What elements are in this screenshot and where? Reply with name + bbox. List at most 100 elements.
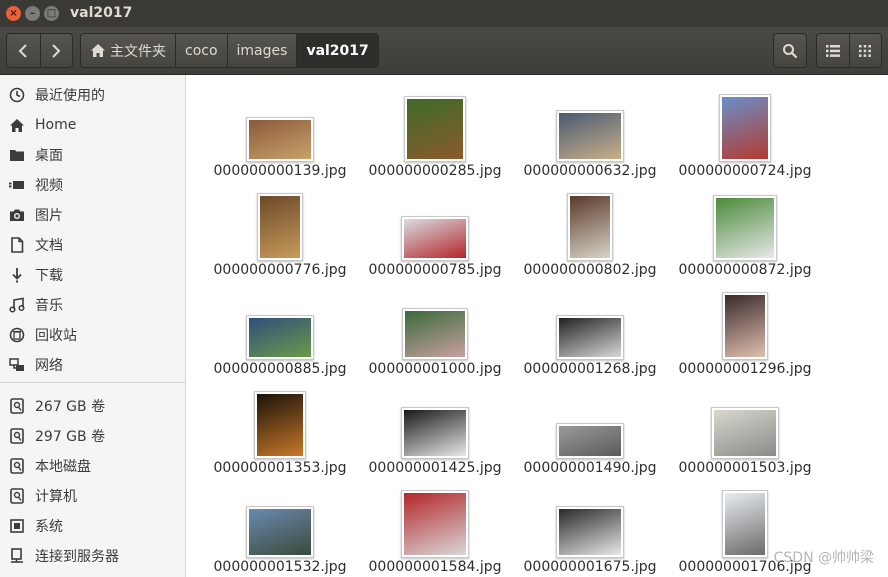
thumbnail-container — [205, 478, 355, 558]
file-item[interactable]: 000000000776.jpg — [205, 181, 355, 278]
thumbnail-container — [360, 82, 510, 162]
thumbnail-container — [670, 280, 820, 360]
file-item[interactable]: 000000001425.jpg — [360, 379, 510, 476]
sidebar-item-label: 267 GB 卷 — [35, 399, 106, 415]
maximize-window-button[interactable]: □ — [44, 6, 59, 21]
search-button[interactable] — [773, 33, 807, 68]
file-item[interactable]: 000000001584.jpg — [360, 478, 510, 575]
file-name: 000000000872.jpg — [678, 262, 812, 278]
sidebar-item-computer[interactable]: 计算机 — [0, 481, 185, 511]
sidebar-item-label: 视频 — [35, 178, 63, 194]
file-item[interactable]: 000000001675.jpg — [515, 478, 665, 575]
thumbnail-image — [714, 410, 776, 456]
thumbnail-container — [515, 82, 665, 162]
thumbnail-container — [515, 478, 665, 558]
image-thumbnail — [556, 110, 624, 162]
sidebar-item-label: 本地磁盘 — [35, 459, 91, 475]
image-thumbnail — [246, 117, 314, 162]
thumbnail-image — [249, 318, 311, 357]
file-item[interactable]: 000000001490.jpg — [515, 379, 665, 476]
server-icon — [8, 547, 26, 565]
thumbnail-container — [360, 379, 510, 459]
sidebar-item-trash[interactable]: 回收站 — [0, 320, 185, 350]
sidebar-item-volume-267[interactable]: 267 GB 卷 — [0, 391, 185, 421]
breadcrumb-coco[interactable]: coco — [176, 34, 228, 67]
image-thumbnail — [556, 315, 624, 360]
image-thumbnail — [404, 96, 466, 162]
sidebar-item-pictures[interactable]: 图片 — [0, 200, 185, 230]
list-view-button[interactable] — [817, 34, 849, 67]
sidebar-item-documents[interactable]: 文档 — [0, 230, 185, 260]
sidebar-item-volume-297[interactable]: 297 GB 卷 — [0, 421, 185, 451]
thumbnail-container — [360, 280, 510, 360]
file-item[interactable]: 000000000285.jpg — [360, 82, 510, 179]
window-title: val2017 — [70, 5, 133, 21]
thumbnail-image — [257, 394, 303, 456]
breadcrumb-home[interactable]: 主文件夹 — [81, 34, 176, 67]
thumbnail-image — [725, 295, 765, 357]
file-item[interactable]: 000000000139.jpg — [205, 82, 355, 179]
file-item[interactable]: 000000001503.jpg — [670, 379, 820, 476]
sidebar-item-connect-server[interactable]: 连接到服务器 — [0, 541, 185, 571]
forward-button[interactable] — [39, 34, 73, 67]
breadcrumb-home-label: 主文件夹 — [110, 43, 166, 60]
file-item[interactable]: 000000001296.jpg — [670, 280, 820, 377]
file-item[interactable]: 000000001000.jpg — [360, 280, 510, 377]
file-item[interactable]: 000000000632.jpg — [515, 82, 665, 179]
image-thumbnail — [246, 315, 314, 360]
camera-icon — [8, 206, 26, 224]
image-thumbnail — [401, 216, 469, 261]
sidebar-item-local-disk[interactable]: 本地磁盘 — [0, 451, 185, 481]
sidebar-item-label: 图片 — [35, 208, 63, 224]
grid-view-button[interactable] — [848, 34, 881, 67]
image-thumbnail — [719, 94, 771, 162]
drive-icon — [8, 427, 26, 445]
sidebar-separator — [0, 382, 185, 383]
file-item[interactable]: 000000000802.jpg — [515, 181, 665, 278]
file-item[interactable]: 000000000872.jpg — [670, 181, 820, 278]
minimize-window-button[interactable]: – — [25, 6, 40, 21]
file-name: 000000001584.jpg — [368, 559, 502, 575]
image-thumbnail — [401, 407, 469, 459]
image-thumbnail — [722, 292, 768, 360]
file-item[interactable]: 000000000785.jpg — [360, 181, 510, 278]
thumbnail-image — [722, 97, 768, 159]
file-item[interactable]: 000000000885.jpg — [205, 280, 355, 377]
sidebar-item-label: 系统 — [35, 519, 63, 535]
sidebar-item-network[interactable]: 网络 — [0, 350, 185, 380]
file-name: 000000001503.jpg — [678, 460, 812, 476]
file-item[interactable]: 000000001353.jpg — [205, 379, 355, 476]
thumbnail-image — [260, 196, 300, 258]
home-icon — [90, 43, 106, 58]
image-thumbnail — [711, 407, 779, 459]
list-view-icon — [825, 44, 840, 57]
thumbnail-image — [716, 198, 774, 258]
thumbnail-image — [407, 99, 463, 159]
back-button[interactable] — [7, 34, 40, 67]
file-name: 000000001425.jpg — [368, 460, 502, 476]
breadcrumb-val2017[interactable]: val2017 — [297, 34, 378, 67]
chevron-left-icon — [18, 43, 27, 58]
chevron-right-icon — [52, 43, 61, 58]
image-thumbnail — [722, 490, 768, 558]
sidebar-item-label: 连接到服务器 — [35, 549, 119, 565]
sidebar-item-music[interactable]: 音乐 — [0, 290, 185, 320]
sidebar-item-desktop[interactable]: 桌面 — [0, 140, 185, 170]
file-item[interactable]: 000000001532.jpg — [205, 478, 355, 575]
file-item[interactable]: 000000000724.jpg — [670, 82, 820, 179]
file-item[interactable]: 000000001268.jpg — [515, 280, 665, 377]
file-name: 000000000632.jpg — [523, 163, 657, 179]
image-thumbnail — [402, 308, 468, 360]
thumbnail-container — [515, 181, 665, 261]
sidebar-item-downloads[interactable]: 下载 — [0, 260, 185, 290]
thumbnail-container — [670, 181, 820, 261]
close-window-button[interactable]: × — [6, 6, 21, 21]
sidebar-item-videos[interactable]: 视频 — [0, 170, 185, 200]
sidebar-item-recent[interactable]: 最近使用的 — [0, 80, 185, 110]
sidebar-item-home[interactable]: Home — [0, 110, 185, 140]
breadcrumb-images[interactable]: images — [228, 34, 298, 67]
file-name: 000000000724.jpg — [678, 163, 812, 179]
sidebar-item-system[interactable]: 系统 — [0, 511, 185, 541]
file-name: 000000001000.jpg — [368, 361, 502, 377]
thumbnail-image — [404, 219, 466, 258]
